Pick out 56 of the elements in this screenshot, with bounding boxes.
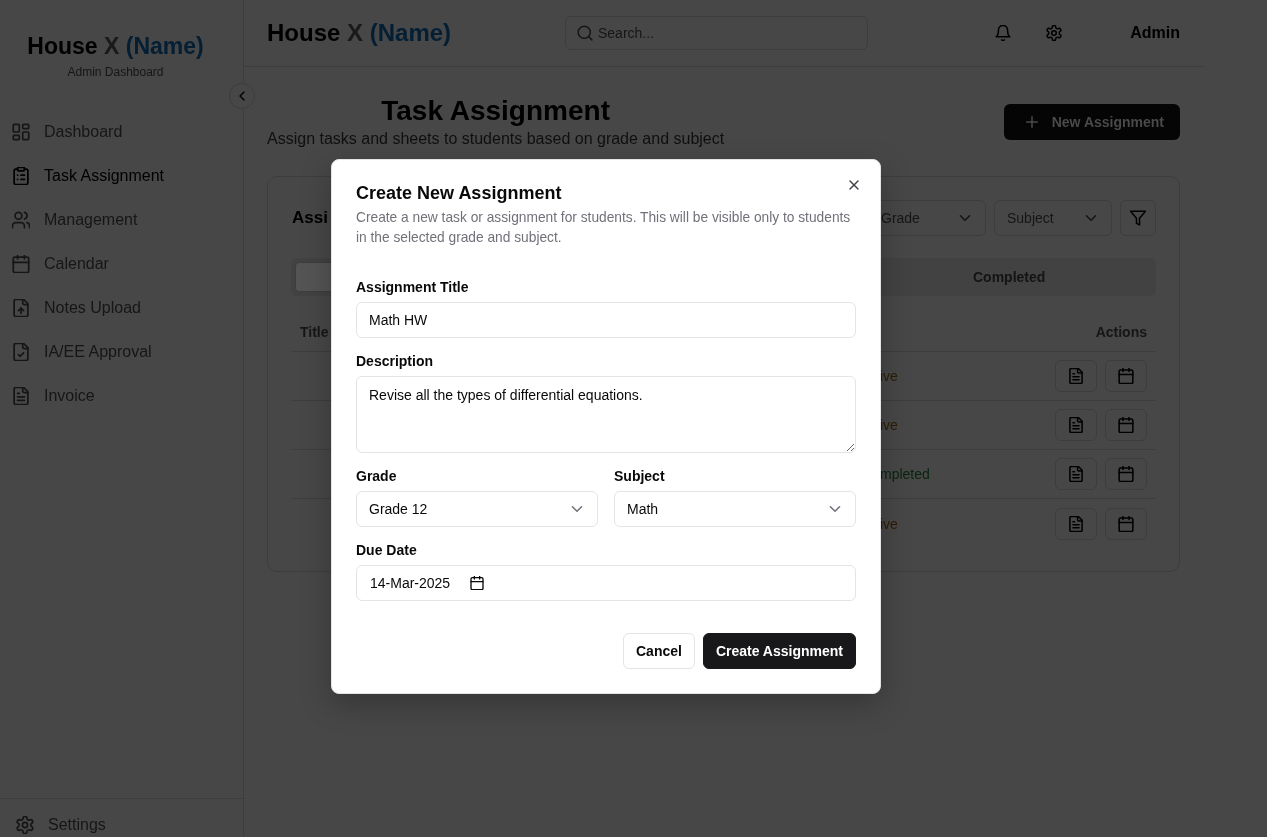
status-text: ive <box>880 368 898 384</box>
calendar-button[interactable] <box>1105 360 1147 392</box>
document-button[interactable] <box>1055 409 1097 441</box>
dialog-description: Create a new task or assignment for students. This will be visible only to students in the selected grade and subject. <box>356 209 852 247</box>
calendar-icon <box>470 576 485 590</box>
field-label: Description <box>356 352 433 371</box>
cancel-button[interactable]: Cancel <box>623 633 695 669</box>
plus-icon <box>1023 114 1040 130</box>
calendar-icon <box>1118 515 1134 532</box>
document-button[interactable] <box>1055 458 1097 490</box>
document-icon <box>1068 417 1084 433</box>
search-icon <box>577 25 593 41</box>
calendar-button[interactable] <box>1105 507 1147 540</box>
document-icon <box>1068 466 1084 482</box>
new-assignment-button[interactable]: New Assignment <box>1003 104 1180 140</box>
users-icon <box>12 211 30 229</box>
card-title: Assi <box>292 208 328 228</box>
calendar-button[interactable] <box>1105 409 1147 441</box>
calendar-icon <box>1118 466 1134 482</box>
filter-button[interactable] <box>1120 200 1156 236</box>
calendar-icon <box>12 255 30 273</box>
create-button[interactable]: Create Assignment <box>702 633 856 669</box>
filter-icon <box>1130 210 1146 226</box>
textarea-field[interactable]: Revise all the types of differential equations. <box>356 376 856 453</box>
field-label: Subject <box>614 467 665 486</box>
close-icon[interactable] <box>847 178 861 192</box>
status-text: ive <box>880 417 898 433</box>
field-label: Due Date <box>356 541 417 560</box>
document-button[interactable] <box>1055 507 1097 540</box>
file-check-icon <box>12 343 30 361</box>
bell-icon[interactable] <box>995 25 1012 41</box>
document-icon <box>12 387 30 405</box>
settings-icon <box>16 816 34 834</box>
calendar-icon <box>1118 417 1134 433</box>
nav-item[interactable]: Task Assignment <box>0 154 243 198</box>
calendar-button[interactable] <box>1105 458 1147 490</box>
dialog-title: Create New Assignment <box>356 182 563 204</box>
status-text: mpleted <box>880 466 930 482</box>
file-upload-icon <box>12 299 30 317</box>
document-icon <box>1068 515 1084 532</box>
page-title: Task Assignment <box>381 94 610 128</box>
field-label: Grade <box>356 467 397 486</box>
settings-icon[interactable] <box>1046 25 1063 41</box>
field-label: Assignment Title <box>356 278 469 297</box>
document-button[interactable] <box>1055 360 1097 392</box>
clipboard-list-icon <box>12 167 30 185</box>
select-field[interactable]: Grade 12 <box>356 491 598 527</box>
date-field[interactable]: 14-Mar-2025 <box>356 565 856 601</box>
status-text: ive <box>880 515 898 532</box>
select-field[interactable]: Math <box>614 491 856 527</box>
text-input[interactable]: Math HW <box>356 302 856 338</box>
document-icon <box>1068 368 1084 384</box>
calendar-icon <box>1118 368 1134 384</box>
dashboard-grid-icon <box>12 123 30 141</box>
collapse-button[interactable] <box>229 83 255 109</box>
user-name[interactable]: Admin <box>1130 24 1180 42</box>
